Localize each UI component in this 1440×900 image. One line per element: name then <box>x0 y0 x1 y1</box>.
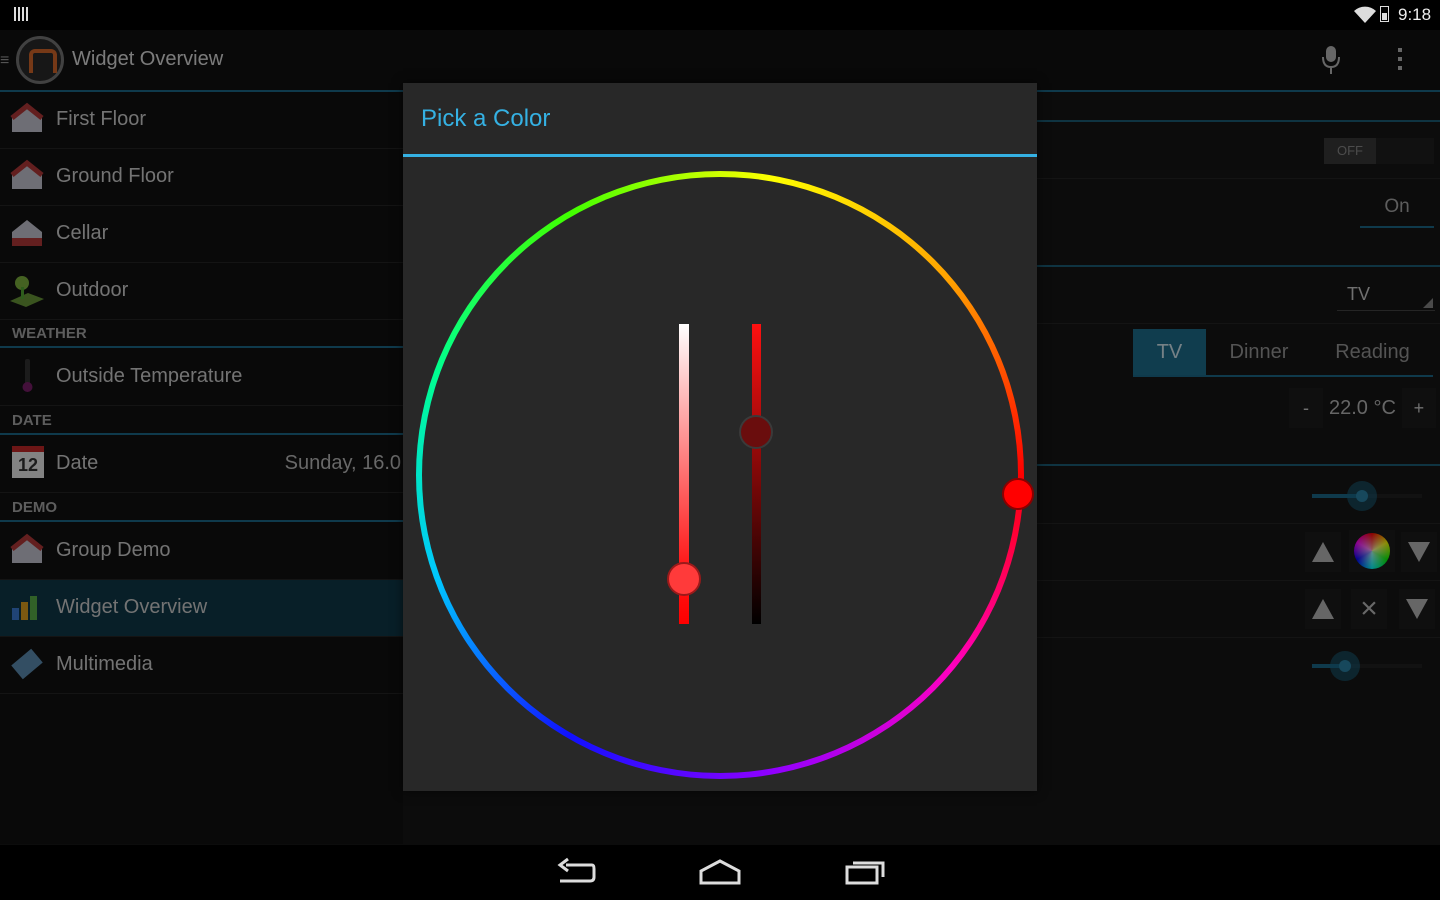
back-icon[interactable] <box>556 857 596 887</box>
saturation-thumb[interactable] <box>667 562 701 596</box>
battery-icon <box>1380 6 1389 22</box>
recents-icon[interactable] <box>844 857 886 887</box>
home-icon[interactable] <box>698 857 742 887</box>
wifi-icon <box>1354 6 1376 23</box>
color-picker-dialog: Pick a Color <box>403 83 1037 791</box>
system-nav-bar <box>0 845 1440 900</box>
hue-ring[interactable] <box>416 171 1024 779</box>
clock: 9:18 <box>1398 5 1432 24</box>
value-thumb[interactable] <box>739 415 773 449</box>
hue-thumb[interactable] <box>1002 478 1034 510</box>
dialog-title: Pick a Color <box>421 105 551 132</box>
value-slider[interactable] <box>752 324 761 624</box>
status-bar: 9:18 <box>0 0 1440 30</box>
notification-icon <box>14 7 28 21</box>
dialog-title-divider <box>403 154 1037 157</box>
